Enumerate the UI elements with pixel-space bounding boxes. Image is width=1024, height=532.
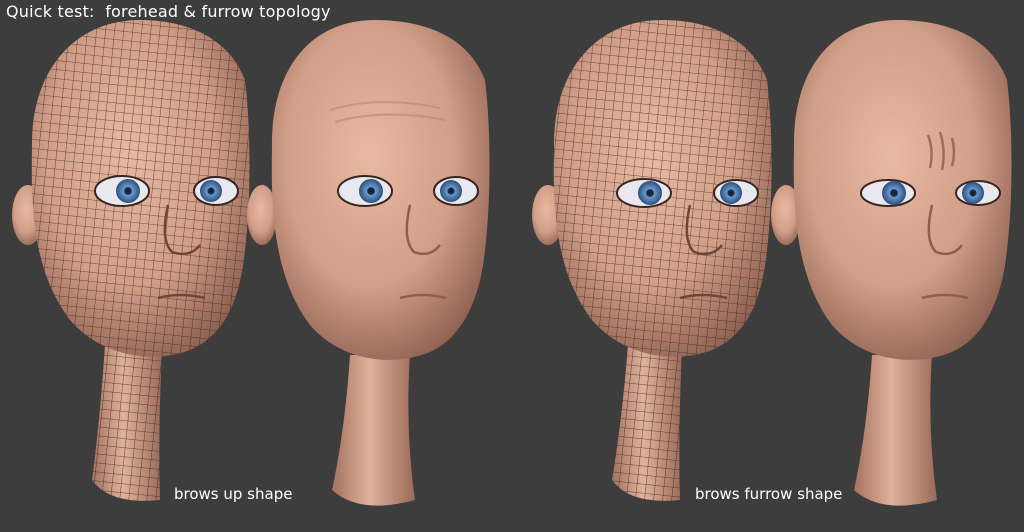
iris-left [359,179,383,203]
iris-right [200,180,222,202]
head-wireframe-brows-up [12,20,250,501]
neck [854,355,937,506]
caption-brows-furrow: brows furrow shape [695,485,843,503]
head-shaded-brows-furrow [771,20,1012,506]
iris-right [440,180,462,202]
render-viewport [12,20,1012,506]
iris-right [962,182,984,204]
iris-left [638,181,662,205]
iris-right [720,182,742,204]
head-wireframe-brows-furrow [532,20,772,501]
neck [332,355,415,506]
caption-brows-up: brows up shape [174,485,293,503]
iris-left [116,179,140,203]
page-title: Quick test: forehead & furrow topology [6,2,331,21]
iris-left [882,181,906,205]
head-shaded-brows-up [247,20,490,506]
